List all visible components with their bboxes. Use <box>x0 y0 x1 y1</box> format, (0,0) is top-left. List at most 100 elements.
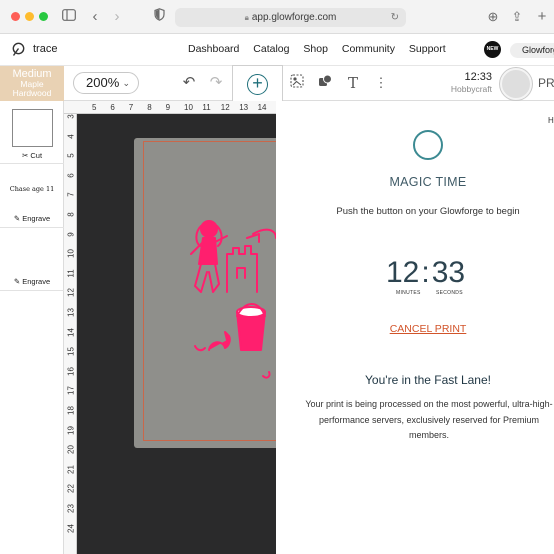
design-title[interactable]: trace <box>33 43 57 55</box>
add-artwork-button[interactable]: + <box>232 65 283 102</box>
cancel-print-button[interactable]: CANCEL PRINT <box>276 323 554 335</box>
machine-label: Hobbycraft <box>450 84 492 94</box>
engrave-artwork[interactable] <box>77 114 276 554</box>
pencil-icon: ✎ <box>13 214 21 223</box>
browser-toolbar: ‹ › 🔒︎ app.glowforge.com ↻ ⊕ ⇪ + <box>0 0 554 34</box>
print-time: 12:33 <box>464 71 492 83</box>
nav-support[interactable]: Support <box>409 43 446 55</box>
ruler-tick-label: 14 <box>66 327 76 337</box>
status-ring-icon <box>413 130 443 160</box>
app-header: trace Dashboard Catalog Shop Community S… <box>0 34 554 66</box>
new-tab-icon[interactable]: + <box>535 8 549 26</box>
ruler-tick-label: 12 <box>66 288 76 298</box>
new-badge[interactable]: NEW <box>484 41 501 58</box>
ruler-tick-label: 8 <box>147 103 152 112</box>
operation-engrave-1[interactable]: ✎ Engrave <box>0 214 64 223</box>
ruler-tick-label: 22 <box>66 484 76 494</box>
trace-image-icon[interactable] <box>288 74 306 92</box>
ruler-tick-label: 20 <box>66 445 76 455</box>
pencil-icon: ✎ <box>13 277 21 286</box>
vertical-ruler: 3 4 5 6 7 8 9 10 11 12 13 14 15 16 17 18 19 20 21 22 23 24 <box>64 114 77 554</box>
chevron-down-icon: ⌄ <box>122 78 130 88</box>
ruler-tick-label: 10 <box>66 249 76 259</box>
print-button-label[interactable]: PRI <box>538 76 554 90</box>
sidebar-icon[interactable] <box>62 8 76 26</box>
reload-icon[interactable]: ↻ <box>391 8 399 27</box>
ruler-tick-label: 5 <box>92 103 97 112</box>
operation-engrave-label: Engrave <box>22 214 51 223</box>
ruler-tick-label: 7 <box>128 103 134 112</box>
minutes-label: MINUTES <box>396 290 421 296</box>
divider <box>0 227 64 228</box>
more-options-icon[interactable]: ⋮ <box>372 74 390 92</box>
ruler-tick-label: 11 <box>66 269 76 278</box>
timer-minutes: 12 <box>386 256 420 289</box>
nav-catalog[interactable]: Catalog <box>253 43 289 55</box>
close-window-button[interactable] <box>11 12 20 21</box>
nav-community[interactable]: Community <box>342 43 395 55</box>
forward-icon[interactable]: › <box>111 8 123 26</box>
nav-dashboard[interactable]: Dashboard <box>188 43 239 55</box>
material-name: Maple Hardwood <box>12 79 52 98</box>
fast-lane-title: You're in the Fast Lane! <box>365 373 491 387</box>
editor-toolbar: Medium Maple Hardwood 200% ⌄ ↶ ↷ + T ⋮ 1… <box>0 65 554 102</box>
help-button[interactable]: H <box>548 116 554 125</box>
ruler-tick-label: 13 <box>239 103 249 112</box>
app-window: ‹ › 🔒︎ app.glowforge.com ↻ ⊕ ⇪ + trace Da… <box>0 0 554 554</box>
nav-shop[interactable]: Shop <box>303 43 328 55</box>
divider <box>0 290 64 291</box>
fast-lane-description: Your print is being processed on the mos… <box>305 399 553 440</box>
download-icon[interactable]: ⊕ <box>486 8 500 26</box>
address-bar[interactable]: 🔒︎ app.glowforge.com ↻ <box>175 8 406 27</box>
glowforge-logo-icon[interactable] <box>11 42 26 57</box>
lock-icon: 🔒︎ <box>244 13 249 22</box>
ruler-tick-label: 13 <box>66 308 76 317</box>
text-tool-icon[interactable]: T <box>344 74 362 92</box>
ruler-tick-label: 19 <box>66 425 76 435</box>
ruler-tick-label: 23 <box>66 504 76 513</box>
material-thickness: Medium <box>12 68 52 80</box>
cut-thumbnail[interactable] <box>12 109 53 147</box>
material-selector[interactable]: Medium Maple Hardwood <box>0 66 64 101</box>
zoom-select[interactable]: 200% ⌄ <box>73 72 139 94</box>
main-nav: Dashboard Catalog Shop Community Support <box>188 43 457 55</box>
share-icon[interactable]: ⇪ <box>510 8 524 26</box>
handwritten-text-preview[interactable]: Chase age 11 <box>0 185 64 193</box>
shapes-icon[interactable] <box>316 74 334 92</box>
print-status-panel: H MAGIC TIME Push the button on your Glo… <box>276 101 554 554</box>
horizontal-ruler: 5 6 7 8 9 10 11 12 13 14 <box>64 101 276 114</box>
ruler-tick-label: 15 <box>66 347 76 357</box>
redo-icon[interactable]: ↷ <box>207 74 225 92</box>
minimize-window-button[interactable] <box>25 12 34 21</box>
operation-engrave-2[interactable]: ✎ Engrave <box>0 277 64 286</box>
shield-icon[interactable] <box>153 8 165 26</box>
design-operations-panel: ✂︎ Cut Chase age 11 ✎ Engrave ✎ Engrave <box>0 101 64 554</box>
back-icon[interactable]: ‹ <box>89 8 101 26</box>
ruler-tick-label: 17 <box>66 386 76 396</box>
ruler-tick-label: 9 <box>66 231 76 237</box>
undo-icon[interactable]: ↶ <box>180 74 198 92</box>
plus-icon: + <box>247 74 268 95</box>
divider <box>0 163 64 164</box>
ruler-tick-label: 14 <box>257 103 267 112</box>
ruler-tick-label: 16 <box>66 366 76 376</box>
ruler-tick-label: 24 <box>66 523 76 533</box>
ruler-tick-label: 12 <box>220 103 230 112</box>
operation-cut[interactable]: ✂︎ Cut <box>0 151 64 160</box>
machine-selector[interactable]: Glowforge <box>510 43 554 58</box>
print-button-indicator[interactable] <box>500 68 532 100</box>
maximize-window-button[interactable] <box>39 12 48 21</box>
ruler-tick-label: 11 <box>202 103 211 112</box>
ruler-tick-label: 9 <box>165 103 171 112</box>
timer-seconds: 33 <box>431 256 466 289</box>
ruler-tick-label: 8 <box>66 212 76 217</box>
ruler-tick-label: 4 <box>66 133 76 139</box>
ruler-tick-label: 21 <box>66 464 76 474</box>
ruler-tick-label: 7 <box>66 192 76 198</box>
cut-icon: ✂︎ <box>21 151 29 160</box>
ruler-tick-label: 5 <box>66 153 76 158</box>
timer-separator: : <box>421 256 430 289</box>
status-title: MAGIC TIME <box>389 175 467 189</box>
bed-camera-view[interactable] <box>77 114 276 554</box>
ruler-tick-label: 10 <box>184 103 193 112</box>
